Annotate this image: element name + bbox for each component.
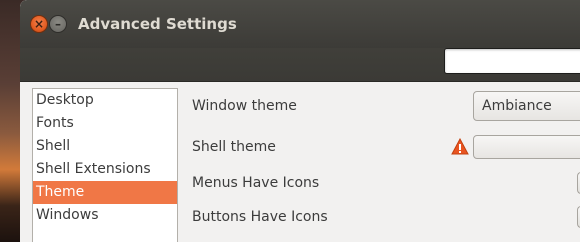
buttons-have-icons-label: Buttons Have Icons (192, 209, 328, 225)
sidebar-item-shell[interactable]: Shell (33, 135, 177, 158)
window-title: Advanced Settings (78, 15, 237, 33)
advanced-settings-window: × – Advanced Settings Desktop Fonts Shel… (20, 0, 580, 242)
sidebar-item-theme[interactable]: Theme (33, 181, 177, 204)
close-button[interactable]: × (30, 15, 48, 33)
sidebar-item-windows[interactable]: Windows (33, 204, 177, 227)
warning-icon (451, 138, 469, 155)
menus-have-icons-label: Menus Have Icons (192, 175, 320, 191)
settings-panel: Window theme Ambiance Shell theme Menus … (192, 82, 580, 242)
toolbar (20, 48, 580, 82)
sidebar-item-shell-extensions[interactable]: Shell Extensions (33, 158, 177, 181)
titlebar: × – Advanced Settings (20, 0, 580, 48)
sidebar-item-fonts[interactable]: Fonts (33, 112, 177, 135)
shell-theme-combo[interactable] (473, 135, 580, 159)
sidebar: Desktop Fonts Shell Shell Extensions The… (32, 88, 178, 242)
search-input[interactable] (444, 48, 580, 74)
close-icon: × (33, 17, 45, 31)
shell-theme-label: Shell theme (192, 139, 276, 155)
window-theme-label: Window theme (192, 98, 297, 114)
minimize-button[interactable]: – (49, 15, 67, 33)
window-theme-combo[interactable]: Ambiance (473, 91, 580, 121)
sidebar-item-desktop[interactable]: Desktop (33, 89, 177, 112)
minimize-icon: – (55, 17, 61, 31)
